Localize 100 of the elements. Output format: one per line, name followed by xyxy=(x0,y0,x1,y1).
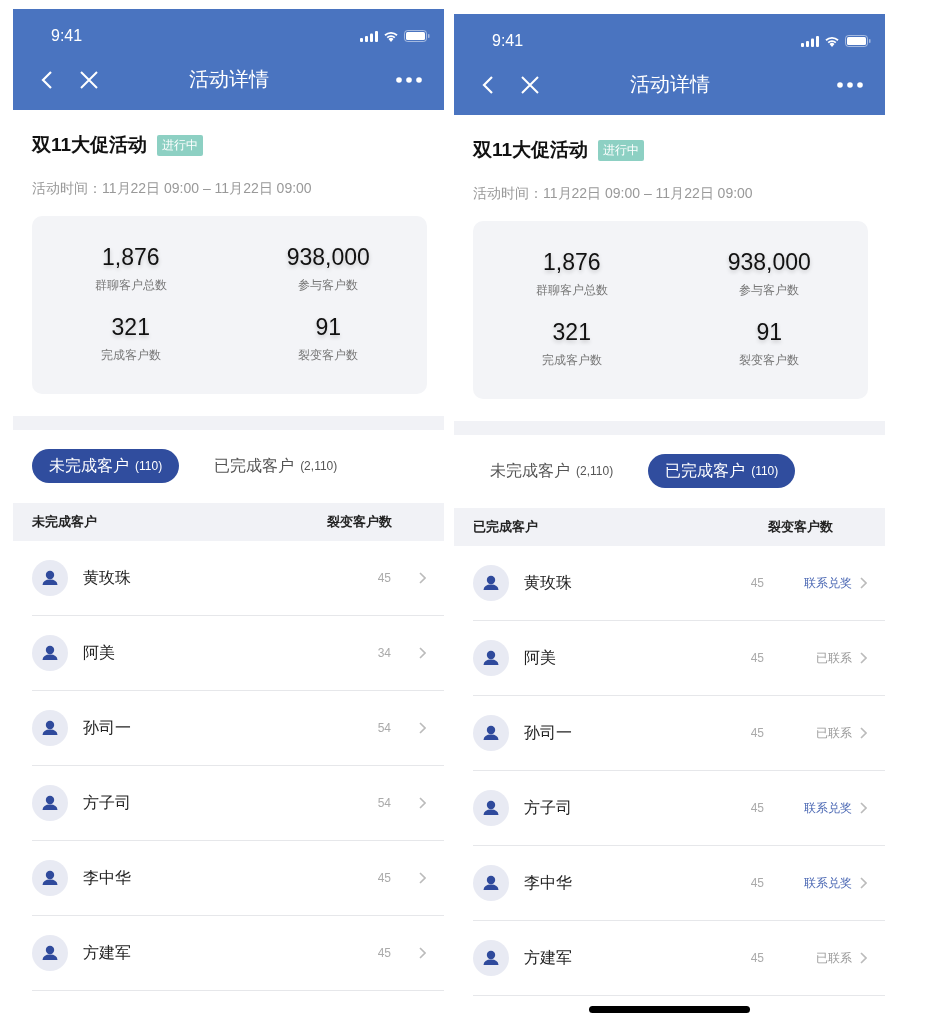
stat-value: 321 xyxy=(111,314,150,341)
referral-count: 45 xyxy=(750,726,764,740)
customer-name: 黄玫珠 xyxy=(524,572,572,593)
more-icon[interactable] xyxy=(837,81,863,88)
chevron-icon[interactable] xyxy=(419,797,426,809)
avatar-icon xyxy=(32,635,68,671)
event-title: 双11大促活动 xyxy=(473,138,589,162)
tab[interactable]: 未完成客户 (110) xyxy=(32,449,180,483)
stat-value: 1,876 xyxy=(101,244,160,271)
customer-name: 方子司 xyxy=(83,792,131,813)
signal-icon xyxy=(801,35,819,47)
column-header: 裂变客户数 xyxy=(327,513,392,531)
status-time: 9:41 xyxy=(51,27,83,45)
avatar-icon xyxy=(32,860,68,896)
back-icon[interactable] xyxy=(41,69,53,90)
tab[interactable]: 已完成客户 (110) xyxy=(648,454,796,488)
referral-count: 45 xyxy=(377,946,391,960)
referral-count: 34 xyxy=(377,646,391,660)
customer-name: 黄玫珠 xyxy=(83,567,131,588)
referral-count: 45 xyxy=(750,876,764,890)
stat-label: 裂变客户数 xyxy=(739,352,800,369)
status-badge: 进行中 xyxy=(157,134,204,156)
stat-value: 1,876 xyxy=(542,249,601,276)
avatar-icon xyxy=(473,790,509,826)
back-icon[interactable] xyxy=(482,74,494,95)
battery-icon xyxy=(845,35,871,47)
battery-icon xyxy=(404,30,430,42)
tab[interactable]: 未完成客户 (2,110) xyxy=(473,454,631,488)
close-icon[interactable] xyxy=(79,69,99,90)
avatar-icon xyxy=(32,935,68,971)
stat-value: 321 xyxy=(552,319,591,346)
stat-label: 群聊客户总数 xyxy=(94,277,167,294)
page-title: 活动详情 xyxy=(188,67,269,92)
customer-name: 阿美 xyxy=(524,647,556,668)
avatar-icon xyxy=(32,560,68,596)
status-text: 已联系 xyxy=(815,724,852,742)
avatar-icon xyxy=(473,940,509,976)
customer-name: 李中华 xyxy=(83,867,131,888)
chevron-icon[interactable] xyxy=(419,947,426,959)
chevron-icon[interactable] xyxy=(860,802,867,814)
signal-icon xyxy=(360,30,378,42)
chevron-icon[interactable] xyxy=(419,647,426,659)
chevron-icon[interactable] xyxy=(419,572,426,584)
avatar-icon xyxy=(32,785,68,821)
chevron-icon[interactable] xyxy=(419,872,426,884)
close-icon[interactable] xyxy=(520,74,540,95)
event-time: 活动时间：11月22日 09:00 – 11月22日 09:00 xyxy=(32,180,313,198)
stat-value: 91 xyxy=(315,314,342,341)
stat-label: 群聊客户总数 xyxy=(535,282,608,299)
contact-link[interactable]: 联系兑奖 xyxy=(800,574,852,592)
avatar-icon xyxy=(473,865,509,901)
event-time: 活动时间：11月22日 09:00 – 11月22日 09:00 xyxy=(473,185,754,203)
column-header: 已完成客户 xyxy=(473,518,538,536)
avatar-icon xyxy=(473,640,509,676)
tab[interactable]: 已完成客户 (2,110) xyxy=(197,449,355,483)
customer-name: 阿美 xyxy=(83,642,115,663)
stat-value: 938,000 xyxy=(286,244,370,271)
customer-name: 孙司一 xyxy=(524,722,572,743)
stat-value: 91 xyxy=(756,319,783,346)
referral-count: 54 xyxy=(377,796,391,810)
referral-count: 54 xyxy=(377,721,391,735)
chevron-icon[interactable] xyxy=(860,727,867,739)
referral-count: 45 xyxy=(750,651,764,665)
avatar-icon xyxy=(473,715,509,751)
status-time: 9:41 xyxy=(492,32,524,50)
referral-count: 45 xyxy=(377,871,391,885)
chevron-icon[interactable] xyxy=(860,877,867,889)
customer-name: 方建军 xyxy=(83,942,131,963)
contact-link[interactable]: 联系兑奖 xyxy=(800,874,852,892)
avatar-icon xyxy=(32,710,68,746)
stat-label: 裂变客户数 xyxy=(298,347,359,364)
stat-label: 参与客户数 xyxy=(739,282,800,299)
more-icon[interactable] xyxy=(396,76,422,83)
stat-label: 参与客户数 xyxy=(298,277,359,294)
wifi-icon xyxy=(824,35,840,47)
chevron-icon[interactable] xyxy=(860,652,867,664)
avatar-icon xyxy=(473,565,509,601)
referral-count: 45 xyxy=(750,951,764,965)
customer-name: 孙司一 xyxy=(83,717,131,738)
stat-value: 938,000 xyxy=(727,249,811,276)
customer-name: 方子司 xyxy=(524,797,572,818)
referral-count: 45 xyxy=(750,576,764,590)
stat-label: 完成客户数 xyxy=(541,352,602,369)
referral-count: 45 xyxy=(750,801,764,815)
customer-name: 李中华 xyxy=(524,872,572,893)
chevron-icon[interactable] xyxy=(860,952,867,964)
stat-label: 完成客户数 xyxy=(100,347,161,364)
chevron-icon[interactable] xyxy=(419,722,426,734)
referral-count: 45 xyxy=(377,571,391,585)
page-title: 活动详情 xyxy=(629,72,710,97)
chevron-icon[interactable] xyxy=(860,577,867,589)
column-header: 裂变客户数 xyxy=(768,518,833,536)
status-text: 已联系 xyxy=(815,949,852,967)
contact-link[interactable]: 联系兑奖 xyxy=(800,799,852,817)
event-title: 双11大促活动 xyxy=(32,133,148,157)
column-header: 未完成客户 xyxy=(32,513,97,531)
status-badge: 进行中 xyxy=(598,139,645,161)
customer-name: 方建军 xyxy=(524,947,572,968)
status-text: 已联系 xyxy=(815,649,852,667)
wifi-icon xyxy=(383,30,399,42)
